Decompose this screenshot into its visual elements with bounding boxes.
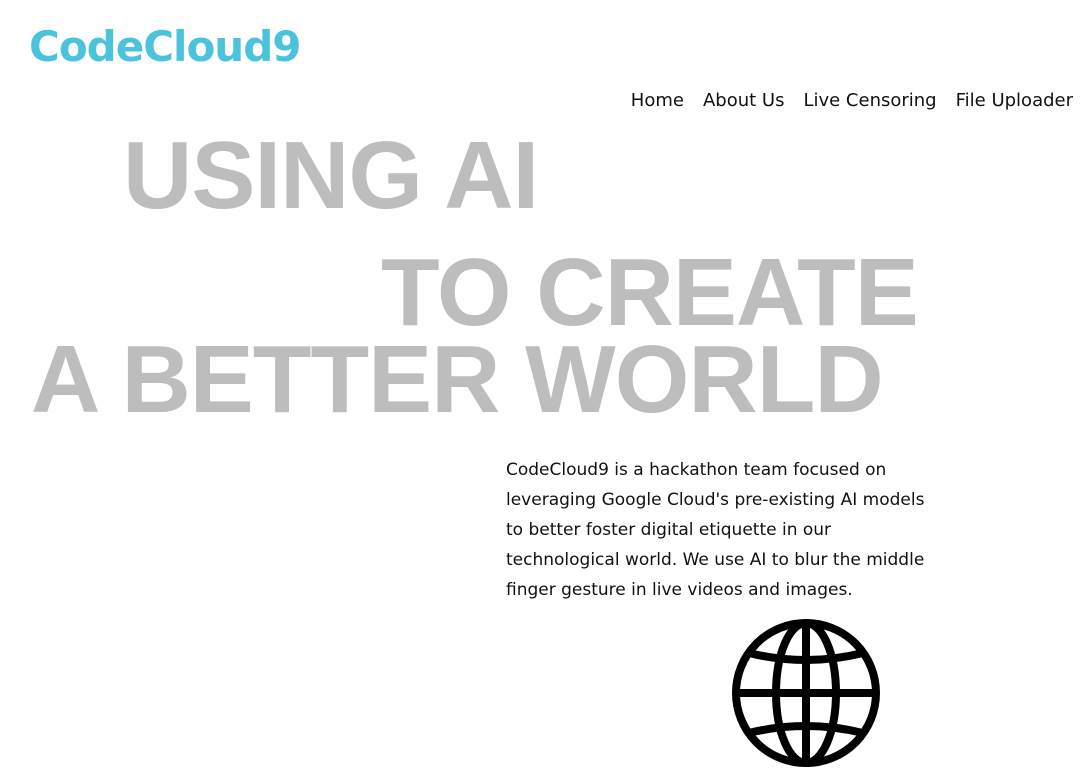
globe-icon [732, 619, 880, 767]
hero-heading-line-3: A BETTER WORLD [31, 326, 884, 433]
nav-item-file-uploader[interactable]: File Uploader [956, 89, 1073, 113]
about-description: CodeCloud9 is a hackathon team focused o… [506, 460, 925, 600]
nav-item-live-censoring[interactable]: Live Censoring [803, 89, 936, 113]
hero-heading-line-1: USING AI [123, 122, 539, 229]
site-logo[interactable]: CodeCloud9 [29, 22, 301, 72]
main-nav: Home About Us Live Censoring File Upload… [631, 89, 1073, 113]
nav-item-home[interactable]: Home [631, 89, 684, 113]
nav-item-about-us[interactable]: About Us [703, 89, 785, 113]
